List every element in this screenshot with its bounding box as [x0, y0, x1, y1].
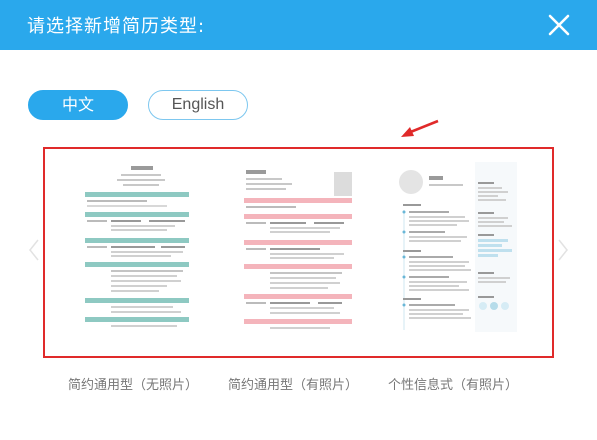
template-card-personal-with-photo[interactable] [397, 162, 517, 332]
resume-preview-personal [399, 162, 517, 332]
template-card-simple-no-photo[interactable] [83, 162, 203, 332]
template-caption-personal-with-photo: 个性信息式（有照片） [387, 378, 518, 393]
dialog-header: 请选择新增简历类型: [0, 0, 597, 50]
annotation-arrow-icon [401, 119, 439, 137]
resume-preview-no-photo [85, 166, 189, 327]
next-arrow-icon[interactable] [557, 238, 569, 262]
tab-english[interactable]: English [148, 90, 248, 120]
template-caption-simple-no-photo: 简约通用型（无照片） [67, 378, 198, 393]
resume-preview-with-photo [244, 170, 352, 329]
dialog-title: 请选择新增简历类型: [27, 16, 206, 37]
template-card-simple-with-photo[interactable] [240, 162, 360, 332]
prev-arrow-icon[interactable] [28, 238, 40, 262]
template-caption-simple-with-photo: 简约通用型（有照片） [227, 378, 358, 393]
close-icon[interactable] [547, 13, 571, 37]
tab-chinese[interactable]: 中文 [28, 90, 128, 120]
